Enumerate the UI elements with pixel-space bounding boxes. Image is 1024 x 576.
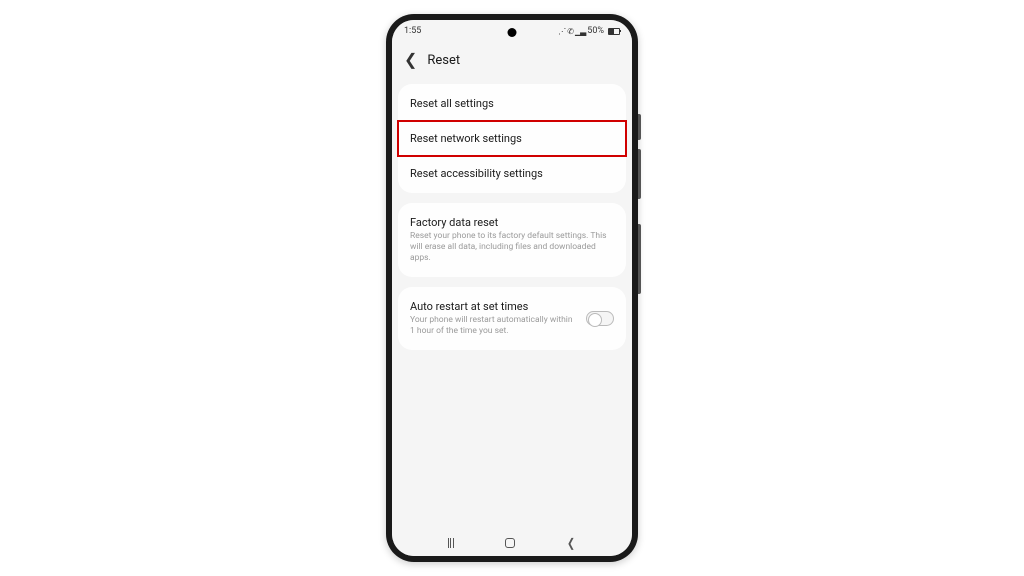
side-button	[638, 114, 641, 140]
side-button	[638, 224, 641, 294]
home-icon[interactable]	[505, 538, 515, 548]
status-time: 1:55	[404, 26, 421, 36]
reset-group-card: Reset all settings Reset network setting…	[398, 84, 626, 193]
factory-reset-card: Factory data reset Reset your phone to i…	[398, 203, 626, 277]
auto-restart-row[interactable]: Auto restart at set times Your phone wil…	[398, 289, 626, 348]
auto-restart-toggle[interactable]	[586, 311, 614, 326]
auto-restart-card: Auto restart at set times Your phone wil…	[398, 287, 626, 350]
status-right: ⋰ ✆ ▁▃ 50%	[558, 26, 620, 36]
nav-back-icon[interactable]: ❮	[567, 536, 575, 550]
content: Reset all settings Reset network setting…	[392, 78, 632, 530]
screen: 1:55 ⋰ ✆ ▁▃ 50% ❮ Reset Reset all settin…	[392, 20, 632, 556]
recents-icon[interactable]	[448, 538, 454, 548]
nav-bar: ❮	[392, 530, 632, 556]
camera-punch-icon	[508, 28, 517, 37]
volte-icon: ✆	[567, 27, 573, 36]
battery-icon	[608, 28, 620, 35]
row-title: Reset all settings	[410, 97, 614, 110]
battery-percent: 50%	[587, 26, 604, 36]
row-subtitle: Your phone will restart automatically wi…	[410, 315, 576, 337]
app-header: ❮ Reset	[392, 42, 632, 78]
row-title: Auto restart at set times	[410, 300, 576, 313]
signal-icon: ▁▃	[575, 27, 585, 36]
reset-all-settings-row[interactable]: Reset all settings	[398, 86, 626, 121]
phone-frame: 1:55 ⋰ ✆ ▁▃ 50% ❮ Reset Reset all settin…	[386, 14, 638, 562]
row-title: Factory data reset	[410, 216, 614, 229]
page-title: Reset	[427, 53, 460, 68]
back-icon[interactable]: ❮	[404, 52, 417, 68]
wifi-icon: ⋰	[558, 27, 565, 36]
side-button	[638, 149, 641, 199]
row-subtitle: Reset your phone to its factory default …	[410, 231, 614, 264]
row-title: Reset network settings	[410, 132, 614, 145]
reset-network-settings-row[interactable]: Reset network settings	[398, 121, 626, 156]
row-title: Reset accessibility settings	[410, 167, 614, 180]
reset-accessibility-settings-row[interactable]: Reset accessibility settings	[398, 156, 626, 191]
factory-data-reset-row[interactable]: Factory data reset Reset your phone to i…	[398, 205, 626, 275]
